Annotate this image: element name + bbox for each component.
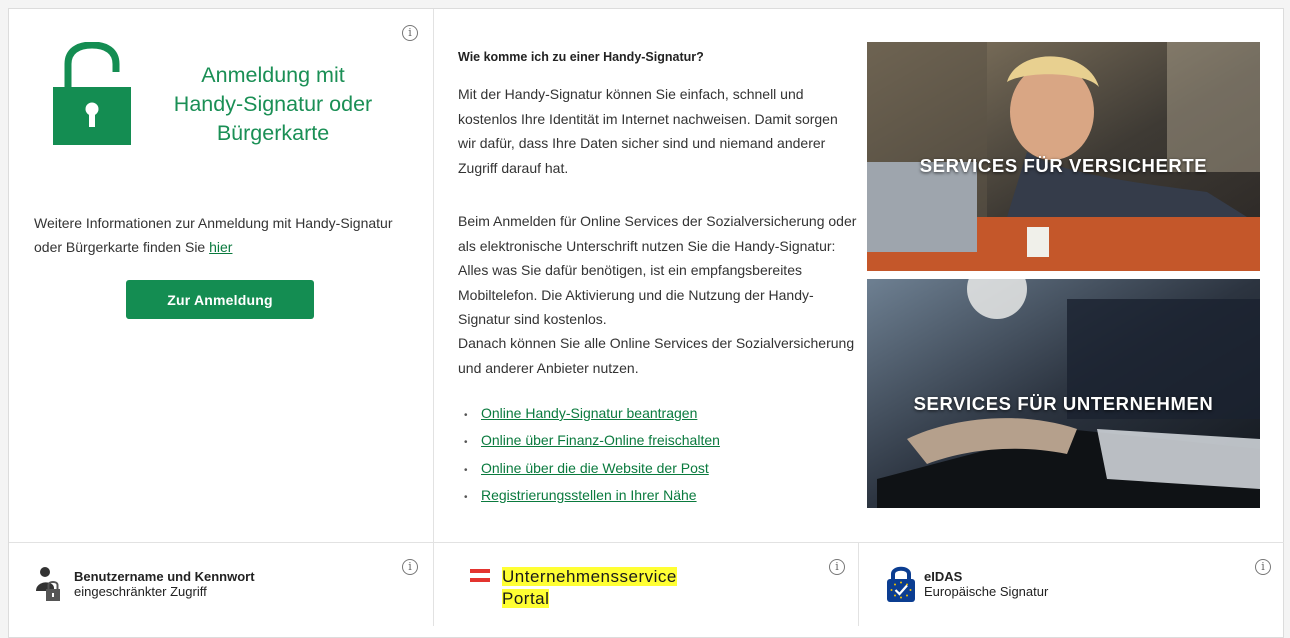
list-item: • Online Handy-Signatur beantragen: [464, 401, 720, 428]
bullet: •: [464, 491, 468, 503]
handy-links: • Online Handy-Signatur beantragen • Onlin…: [464, 401, 720, 510]
handy-paragraph-3: Danach können Sie alle Online Services d…: [458, 335, 855, 376]
usp-portal-link[interactable]: Unternehmensservice Portal: [502, 566, 677, 610]
list-item: • Registrierungsstellen in Ihrer Nähe: [464, 483, 720, 510]
info-icon[interactable]: i: [402, 559, 418, 575]
tile-insured[interactable]: SERVICES FÜR VERSICHERTE: [867, 42, 1260, 271]
list-item: • Online über die die Website der Post: [464, 456, 720, 483]
divider-bottom-right: [858, 543, 859, 626]
handy-paragraph-1: Mit der Handy-Signatur können Sie einfac…: [458, 86, 838, 176]
divider-bottom: [9, 542, 1284, 543]
tile-companies[interactable]: SERVICES FÜR UNTERNEHMEN: [867, 279, 1260, 508]
user-lock-icon: [36, 567, 60, 601]
eidas-title[interactable]: eIDAS: [924, 569, 962, 584]
list-item: • Online über Finanz-Online freischalten: [464, 428, 720, 455]
userpass-subtitle: eingeschränkter Zugriff: [74, 584, 207, 599]
login-title-line1: Anmeldung mit: [201, 63, 345, 87]
link-handy-apply[interactable]: Online Handy-Signatur beantragen: [481, 405, 697, 421]
eidas-subtitle: Europäische Signatur: [924, 584, 1049, 599]
login-info-link[interactable]: hier: [209, 239, 232, 255]
login-title-line2: Handy-Signatur oder: [173, 92, 373, 116]
tile-insured-label: SERVICES FÜR VERSICHERTE: [919, 155, 1208, 176]
login-button[interactable]: Zur Anmeldung: [126, 280, 314, 319]
info-icon[interactable]: i: [1255, 559, 1271, 575]
bullet: •: [464, 410, 468, 421]
link-post[interactable]: Online über die die Website der Post: [481, 460, 709, 476]
bullet: •: [464, 464, 468, 476]
bullet: •: [464, 437, 468, 449]
eidas-lock-icon: [887, 566, 915, 602]
usp-line2: Portal: [502, 589, 550, 608]
userpass-title[interactable]: Benutzername und Kennwort: [74, 569, 255, 584]
login-title-line3: Bürgerkarte: [216, 121, 330, 145]
handy-heading: Wie komme ich zu einer Handy-Signatur?: [458, 50, 704, 64]
login-info-text: Weitere Informationen zur Anmeldung mit …: [34, 211, 394, 259]
info-icon[interactable]: i: [829, 559, 845, 575]
link-registration-offices[interactable]: Registrierungsstellen in Ihrer Nähe: [481, 487, 697, 503]
info-icon[interactable]: i: [402, 25, 418, 41]
lock-open-icon: [53, 42, 131, 145]
link-finanzonline[interactable]: Online über Finanz-Online freischalten: [481, 432, 720, 448]
login-title: Anmeldung mit Handy-Signatur oder Bürger…: [172, 61, 374, 148]
handy-paragraph-2: Beim Anmelden für Online Services der So…: [458, 213, 857, 327]
divider-left: [433, 9, 434, 626]
usp-line1: Unternehmensservice: [502, 567, 677, 586]
austria-flag-icon: [470, 569, 490, 582]
tile-companies-label: SERVICES FÜR UNTERNEHMEN: [913, 393, 1214, 414]
